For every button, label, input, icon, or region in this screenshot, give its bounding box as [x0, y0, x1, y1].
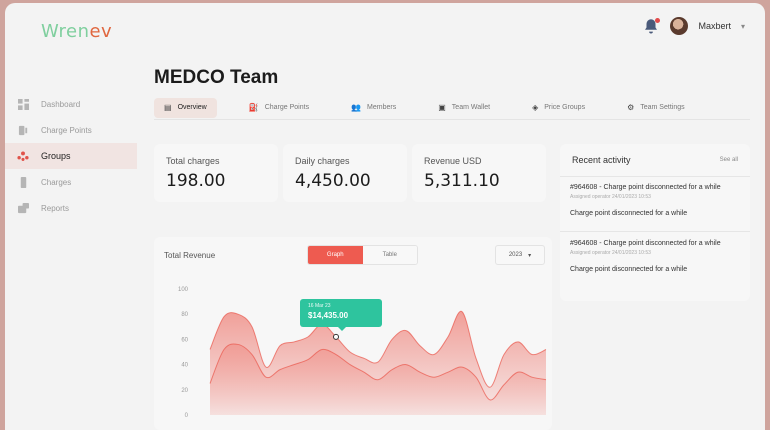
stat-card-daily-charges: Daily charges 4,450.00	[283, 144, 407, 202]
charges-icon	[17, 176, 29, 188]
sidebar-item-dashboard[interactable]: Dashboard	[5, 91, 137, 117]
stat-label: Total charges	[166, 156, 220, 166]
sidebar-item-label: Charges	[41, 177, 72, 187]
user-area: Maxbert ▾	[642, 17, 745, 35]
tab-members[interactable]: 👥 Members	[341, 98, 406, 118]
activity-title: Recent activity	[572, 155, 631, 165]
total-revenue-card: Total Revenue Graph Table 2023 ▾ 0 20 40 60 8…	[154, 237, 552, 430]
tab-price-groups[interactable]: ◈ Price Groups	[522, 98, 595, 118]
stat-card-revenue-usd: Revenue USD 5,311.10	[412, 144, 546, 202]
tab-team-settings[interactable]: ⚙ Team Settings	[617, 98, 695, 118]
groups-icon	[17, 150, 29, 162]
activity-item-title: #964608 - Charge point disconnected for …	[570, 240, 721, 247]
sidebar-item-charges[interactable]: Charges	[5, 169, 137, 195]
stat-card-total-charges: Total charges 198.00	[154, 144, 278, 202]
tooltip-date: 16 Mar 23	[308, 303, 331, 309]
charge-point-icon	[17, 124, 29, 136]
tab-bar: ▤ Overview ⛽ Charge Points 👥 Members ▣ Team …	[154, 96, 750, 120]
stat-label: Revenue USD	[424, 156, 482, 166]
y-tick-label: 40	[181, 363, 188, 369]
hover-point-marker[interactable]	[333, 333, 339, 340]
tag-icon: ◈	[532, 103, 539, 112]
y-tick-label: 100	[178, 287, 189, 293]
gear-icon: ⚙	[627, 103, 635, 112]
tab-team-wallet[interactable]: ▣ Team Wallet	[428, 98, 500, 118]
app-logo[interactable]: Wrenev	[41, 21, 112, 42]
app-window: Wrenev Maxbert ▾ Dashboard Charge Points…	[5, 3, 765, 430]
tab-charge-points[interactable]: ⛽ Charge Points	[239, 98, 319, 118]
sidebar: Dashboard Charge Points Groups Charges R…	[5, 91, 137, 221]
stat-label: Daily charges	[295, 156, 350, 166]
chevron-down-icon[interactable]: ▾	[741, 22, 745, 31]
sidebar-item-groups[interactable]: Groups	[5, 143, 137, 169]
sidebar-item-label: Reports	[41, 203, 70, 213]
notification-bell-icon[interactable]	[642, 17, 661, 35]
activity-item[interactable]: #964608 - Charge point disconnected for …	[570, 240, 748, 273]
activity-item-text: Charge point disconnected for a while	[570, 210, 688, 217]
chart-tooltip: 16 Mar 23 $14,435.00	[300, 299, 382, 331]
recent-activity-panel: Recent activity See all #964608 - Charge…	[560, 144, 750, 301]
y-tick-label: 20	[181, 388, 188, 394]
sidebar-item-label: Groups	[41, 151, 71, 161]
reports-icon	[17, 202, 29, 214]
activity-item-meta: Assigned operator 24/01/2023 10:53	[570, 250, 651, 256]
divider	[560, 176, 750, 177]
activity-item-title: #964608 - Charge point disconnected for …	[570, 184, 721, 191]
avatar[interactable]	[670, 17, 689, 35]
page-title: MEDCO Team	[154, 67, 279, 88]
y-tick-label: 0	[185, 413, 189, 419]
stat-value: 4,450.00	[295, 171, 371, 191]
activity-item-text: Charge point disconnected for a while	[570, 266, 688, 273]
wallet-icon: ▣	[438, 103, 446, 112]
divider	[560, 231, 750, 232]
sidebar-item-label: Charge Points	[41, 125, 92, 135]
tooltip-value: $14,435.00	[308, 311, 349, 320]
dashboard-icon	[17, 98, 29, 110]
stat-value: 198.00	[166, 171, 226, 191]
revenue-area-chart: 0 20 40 60 80 100	[178, 287, 547, 419]
see-all-link[interactable]: See all	[720, 157, 738, 163]
members-icon: 👥	[351, 103, 362, 112]
user-name[interactable]: Maxbert	[698, 21, 731, 31]
overview-icon: ▤	[164, 103, 172, 112]
tab-overview[interactable]: ▤ Overview	[154, 97, 217, 118]
sidebar-item-label: Dashboard	[41, 99, 81, 109]
sidebar-item-charge-points[interactable]: Charge Points	[5, 117, 137, 143]
activity-item-meta: Assigned operator 24/01/2023 10:53	[570, 194, 651, 200]
y-tick-label: 60	[181, 337, 188, 343]
charge-point-icon: ⛽	[248, 103, 259, 112]
y-tick-label: 80	[181, 312, 188, 318]
sidebar-item-reports[interactable]: Reports	[5, 195, 137, 221]
stat-value: 5,311.10	[424, 171, 500, 191]
activity-item[interactable]: #964608 - Charge point disconnected for …	[570, 184, 748, 217]
